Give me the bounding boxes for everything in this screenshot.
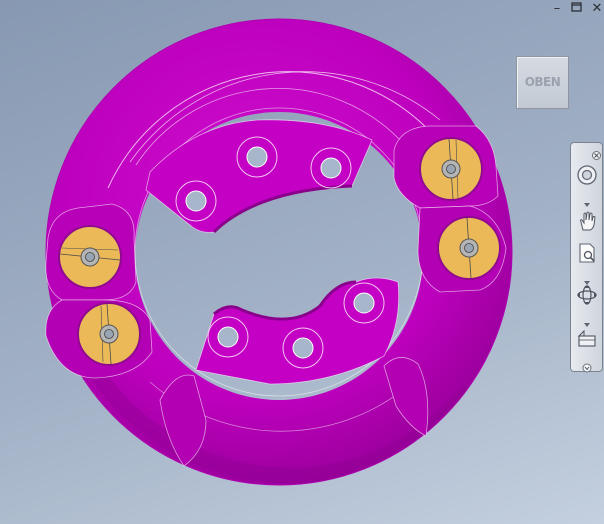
steering-wheel-icon[interactable] xyxy=(575,163,599,187)
minimize-icon[interactable]: – xyxy=(548,1,566,17)
zoom-dropdown-icon[interactable] xyxy=(583,271,591,285)
pan-icon[interactable] xyxy=(575,209,599,233)
navbar-options-icon[interactable] xyxy=(582,358,592,373)
close-icon[interactable]: ✕ xyxy=(588,1,604,17)
part-model[interactable] xyxy=(0,0,604,524)
steering-wheel-dropdown-icon[interactable] xyxy=(583,193,591,207)
orbit-icon[interactable] xyxy=(575,283,599,307)
restore-icon[interactable] xyxy=(568,1,586,17)
3d-viewport[interactable]: – ✕ OBEN xyxy=(0,0,604,524)
navbar-close-icon[interactable] xyxy=(592,145,601,160)
zoom-window-icon[interactable] xyxy=(575,241,599,265)
orbit-dropdown-icon[interactable] xyxy=(583,313,591,327)
navigation-bar xyxy=(570,142,603,373)
viewcube-face-label[interactable]: OBEN xyxy=(525,75,561,89)
viewcube[interactable]: OBEN xyxy=(516,56,569,109)
view-face-icon[interactable] xyxy=(575,327,599,351)
